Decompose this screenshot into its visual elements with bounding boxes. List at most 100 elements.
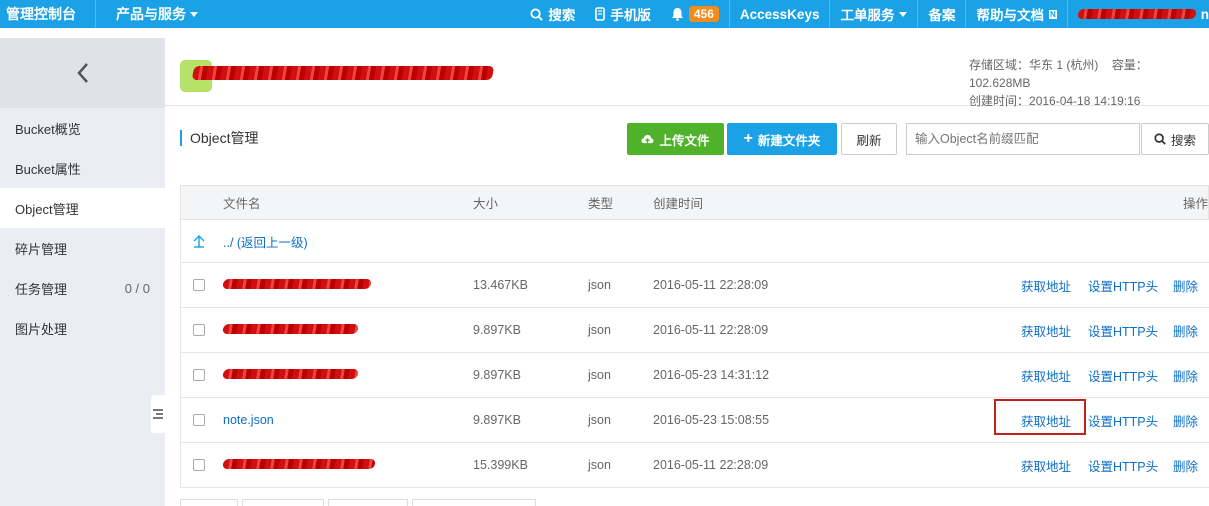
created-label: 创建时间： <box>969 94 1030 108</box>
row-checkbox[interactable] <box>193 369 205 381</box>
capacity-value: 102.628MB <box>969 76 1031 90</box>
sidebar-item-label: Bucket概览 <box>15 121 81 137</box>
new-folder-label: 新建文件夹 <box>757 133 821 148</box>
tickets-label: 工单服务 <box>840 8 895 23</box>
project-header: 存储区域：华东 1 (杭州) 容量： 102.628MB 创建时间：2016-04… <box>165 38 1209 108</box>
task-count: 0 / 0 <box>124 280 150 296</box>
sidebar-item-object-management[interactable]: Object管理 <box>0 188 165 228</box>
file-type: json <box>588 368 611 382</box>
object-table: 文件名 大小 类型 创建时间 操作 ../ (返回上一级) 13.467KB j… <box>180 185 1209 488</box>
pager-button[interactable] <box>328 499 408 506</box>
redacted-filename[interactable] <box>222 458 376 472</box>
console-brand[interactable]: 管理控制台 <box>0 0 96 28</box>
search-button-label: 搜索 <box>1170 133 1196 148</box>
search-nav[interactable]: 搜索 <box>520 0 585 28</box>
chevron-down-icon <box>190 11 198 17</box>
sidebar-item-label: 任务管理 <box>15 281 68 297</box>
upload-label: 上传文件 <box>659 133 710 148</box>
file-size: 13.467KB <box>473 278 528 292</box>
pagination <box>180 499 550 506</box>
row-checkbox[interactable] <box>193 414 205 426</box>
get-url-link[interactable]: 获取地址 <box>1021 276 1071 295</box>
parent-dir-link[interactable]: ../ (返回上一级) <box>223 232 308 251</box>
products-menu[interactable]: 产品与服务 <box>96 4 198 24</box>
file-size: 9.897KB <box>473 368 521 382</box>
back-button[interactable] <box>0 38 165 108</box>
set-http-header-link[interactable]: 设置HTTP头 <box>1088 321 1158 340</box>
get-url-link[interactable]: 获取地址 <box>1021 366 1071 385</box>
get-url-link[interactable]: 获取地址 <box>1021 321 1071 340</box>
file-type: json <box>588 323 611 337</box>
products-label: 产品与服务 <box>116 6 186 22</box>
chevron-left-icon <box>76 63 88 83</box>
redacted-filename[interactable] <box>222 278 372 292</box>
file-type: json <box>588 458 611 472</box>
refresh-button[interactable]: 刷新 <box>841 123 897 155</box>
mobile-nav-label: 手机版 <box>610 8 651 23</box>
redaction-mark <box>222 324 359 334</box>
sidebar-item-bucket-properties[interactable]: Bucket属性 <box>0 148 165 188</box>
pager-button[interactable] <box>412 499 536 506</box>
file-created: 2016-05-23 14:31:12 <box>653 368 770 382</box>
sidebar-item-fragment-management[interactable]: 碎片管理 <box>0 228 165 268</box>
set-http-header-link[interactable]: 设置HTTP头 <box>1088 456 1158 475</box>
sidebar-item-bucket-overview[interactable]: Bucket概览 <box>0 108 165 148</box>
search-button[interactable]: 搜索 <box>1141 123 1209 155</box>
pager-button[interactable] <box>242 499 324 506</box>
file-created: 2016-05-11 22:28:09 <box>653 278 769 292</box>
up-arrow-icon <box>193 234 205 248</box>
redacted-filename[interactable] <box>222 368 359 382</box>
redacted-project-name <box>191 66 495 82</box>
user-menu[interactable]: n <box>1068 0 1209 28</box>
object-prefix-search-input[interactable] <box>906 123 1140 155</box>
set-http-header-link[interactable]: 设置HTTP头 <box>1088 366 1158 385</box>
tickets-nav[interactable]: 工单服务 <box>830 0 917 28</box>
header-name: 文件名 <box>223 197 261 211</box>
beian-nav[interactable]: 备案 <box>918 0 965 28</box>
top-navbar: 管理控制台 产品与服务 搜索 手机版 456 AccessKeys 工单服务 备… <box>0 0 1209 28</box>
region-line: 存储区域：华东 1 (杭州) 容量： 102.628MB <box>969 56 1209 92</box>
header-created: 创建时间 <box>653 197 704 211</box>
table-row: 9.897KB json 2016-05-11 22:28:09 获取地址 设置… <box>180 308 1209 353</box>
delete-link[interactable]: 删除 <box>1173 411 1198 430</box>
table-row: 9.897KB json 2016-05-23 14:31:12 获取地址 设置… <box>180 353 1209 398</box>
table-row: 15.399KB json 2016-05-11 22:28:09 获取地址 设… <box>180 443 1209 488</box>
table-header: 文件名 大小 类型 创建时间 操作 <box>180 185 1209 220</box>
redaction-mark <box>191 66 495 80</box>
mobile-nav[interactable]: 手机版 <box>585 0 661 28</box>
pager-button[interactable] <box>180 499 238 506</box>
file-type: json <box>588 278 611 292</box>
set-http-header-link[interactable]: 设置HTTP头 <box>1088 276 1158 295</box>
delete-link[interactable]: 删除 <box>1173 276 1198 295</box>
parent-dir-row[interactable]: ../ (返回上一级) <box>180 220 1209 263</box>
file-size: 15.399KB <box>473 458 528 472</box>
notifications-badge: 456 <box>688 6 719 22</box>
row-checkbox[interactable] <box>193 459 205 471</box>
set-http-header-link[interactable]: 设置HTTP头 <box>1088 411 1158 430</box>
sidebar-item-image-processing[interactable]: 图片处理 <box>0 308 165 348</box>
main-content: 存储区域：华东 1 (杭州) 容量： 102.628MB 创建时间：2016-04… <box>165 38 1209 506</box>
delete-link[interactable]: 删除 <box>1173 321 1198 340</box>
get-url-link[interactable]: 获取地址 <box>1021 411 1071 430</box>
row-checkbox[interactable] <box>193 279 205 291</box>
redacted-filename[interactable] <box>222 323 359 337</box>
filename-link[interactable]: note.json <box>223 413 274 427</box>
file-created: 2016-05-11 22:28:09 <box>653 323 769 337</box>
capacity-label: 容量： <box>1111 58 1148 72</box>
sidebar-collapse-handle[interactable] <box>151 395 165 433</box>
get-url-link[interactable]: 获取地址 <box>1021 456 1071 475</box>
delete-link[interactable]: 删除 <box>1173 366 1198 385</box>
region-value: 华东 1 (杭州) <box>1029 58 1099 72</box>
notifications-nav[interactable]: 456 <box>661 0 729 28</box>
sidebar-item-task-management[interactable]: 任务管理 0 / 0 <box>0 268 165 308</box>
redacted-username <box>1076 9 1197 19</box>
row-checkbox[interactable] <box>193 324 205 336</box>
help-nav[interactable]: 帮助与文档 N <box>966 0 1066 28</box>
upload-file-button[interactable]: 上传文件 <box>627 123 724 155</box>
sidebar: Bucket概览 Bucket属性 Object管理 碎片管理 任务管理 0 /… <box>0 38 165 506</box>
file-type: json <box>588 413 611 427</box>
new-folder-button[interactable]: + 新建文件夹 <box>727 123 837 155</box>
accesskeys-nav[interactable]: AccessKeys <box>730 0 830 28</box>
delete-link[interactable]: 删除 <box>1173 456 1198 475</box>
sidebar-item-label: Object管理 <box>15 201 79 217</box>
